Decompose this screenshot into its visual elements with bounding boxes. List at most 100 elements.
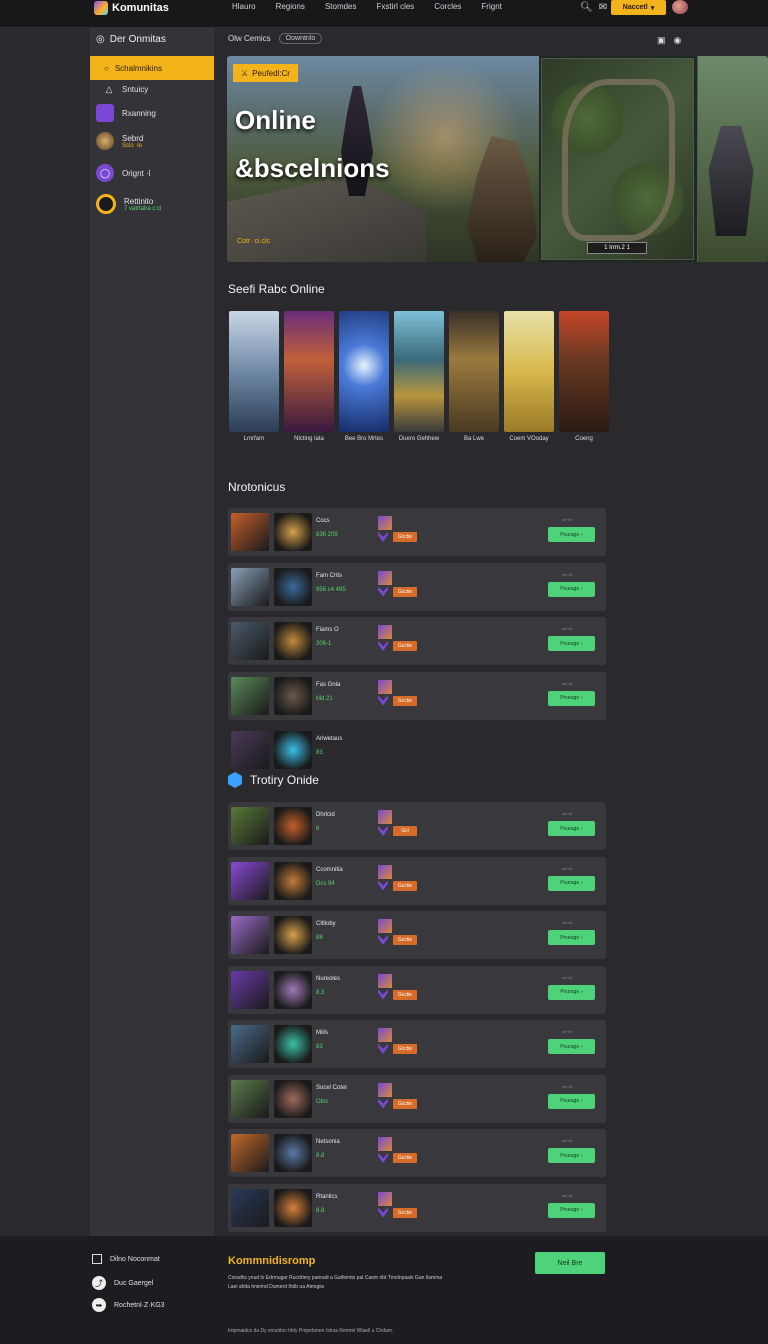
hero-banner[interactable]: ⚔ Peufedl:Cr Online &bscelnions Cotr· ci…	[227, 56, 768, 262]
hexagon-icon	[228, 772, 242, 788]
purchase-button[interactable]: Pnurage ›	[548, 1202, 595, 1218]
character-art	[284, 311, 334, 432]
character-card[interactable]: Ba Lwe	[449, 311, 499, 442]
purchase-button[interactable]: Pnurage ›	[548, 875, 595, 891]
purchase-label: Pnurage	[560, 640, 580, 647]
list-item[interactable]: Rtanlics 8.8 Gcctie cel·tcl Pnurage ›	[228, 1183, 606, 1232]
list-item[interactable]: Milis 83 Gcctie cel·tcl Pnurage ›	[228, 1020, 606, 1068]
purchase-button[interactable]: Pnurage ›	[548, 1148, 595, 1163]
list-item[interactable]: Cltlioby 88 Gcctie cel·tcl Pnurage ›	[228, 911, 606, 959]
chevron-right-icon: ›	[581, 825, 583, 832]
purchase-label: Pnurage	[560, 989, 580, 995]
purchase-button[interactable]: Pnurage ›	[548, 581, 595, 597]
chevron-right-icon: ›	[581, 1098, 583, 1104]
main-header-icons: ▣ ◉	[657, 35, 681, 46]
item-meta: cel·tcl	[562, 1029, 573, 1034]
list-item[interactable]: Fas Gnla Md 21 Gcctie cel·tcl Pnurage ›	[228, 671, 606, 720]
character-card[interactable]: Coem VOoday	[504, 311, 554, 442]
header-cta-label: Naccetl	[622, 4, 648, 11]
purchase-label: Pnurage	[560, 880, 580, 886]
sidebar-item-security[interactable]: △ Sntuicy	[96, 84, 149, 94]
list-item[interactable]: Dhrlcid 8 Gcl cel·tcl Pnurage ›	[228, 802, 606, 850]
map-button[interactable]: 1 Irrm.2 1	[587, 242, 647, 254]
purchase-button[interactable]: Pnurage ›	[548, 930, 595, 945]
purchase-label: Pnurage	[560, 825, 580, 832]
nav-item-circles[interactable]: Corcles	[434, 2, 461, 11]
item-name: Cltlioby	[316, 921, 336, 927]
notification-icon[interactable]: ✉︎	[599, 2, 607, 13]
purchase-button[interactable]: Pnurage ›	[548, 821, 595, 836]
list-item[interactable]: Cocs 836 209 Gcctie cel·tcl Pnurage ›	[228, 508, 606, 556]
character-card[interactable]: Bee Bro Mrtes	[339, 311, 389, 442]
sidebar-item-origin[interactable]: ◯ Orignt ·l	[96, 164, 150, 182]
purchase-button[interactable]: Pnurage ›	[548, 690, 595, 706]
character-card[interactable]: Nlcting lata	[284, 311, 334, 442]
class-icon	[378, 570, 392, 585]
item-stat: 836 209	[316, 532, 338, 538]
footer-link[interactable]: ➥ Rochetnl·Z·KG3	[92, 1298, 165, 1312]
avatar[interactable]	[672, 0, 688, 14]
character-card[interactable]: Duero Gehhew	[394, 311, 444, 442]
app-logo[interactable]: Komunitas	[94, 0, 169, 16]
footer-button[interactable]: Neil Bre	[535, 1252, 605, 1274]
minimap[interactable]	[541, 58, 694, 260]
character-card[interactable]: Coeng	[559, 311, 609, 442]
rank-icon	[378, 641, 388, 651]
chevron-right-icon: ›	[581, 531, 583, 538]
status-badge: Gcctie	[393, 586, 417, 597]
hero-tag[interactable]: ⚔ Peufedl:Cr	[233, 64, 298, 82]
nav-item-home[interactable]: Hlauro	[232, 2, 256, 11]
sidebar-item-rettinito[interactable]: Rettinito 7 vatrtaba c:ci	[96, 194, 161, 214]
purchase-button[interactable]: Pnurage ›	[548, 1039, 595, 1054]
hero-title-line1: Online	[235, 105, 316, 135]
status-badge: Gcl	[393, 826, 417, 836]
nav-item-festivals[interactable]: Fxstirl cles	[377, 2, 415, 11]
item-thumbnail	[231, 1079, 269, 1118]
sidebar-title-text: Der Onmitas	[109, 34, 166, 45]
search-icon[interactable]: 🔍︎	[580, 2, 593, 13]
section-title: Nrotonicus	[228, 480, 286, 494]
header-pill[interactable]: Oowntnlo	[278, 33, 323, 44]
footer-link[interactable]: Dilno Noconmat	[92, 1254, 160, 1264]
purchase-label: Pnurage	[560, 586, 580, 592]
item-thumbnail	[231, 1188, 269, 1227]
sidebar: ◎ Der Onmitas ○ Schalmnikins △ Sntuicy R…	[90, 28, 214, 1236]
item-stat: 8.8	[316, 1153, 325, 1159]
item-stat: Dcs 94	[316, 880, 335, 887]
list-item[interactable]: Ariwetaus 83	[228, 726, 606, 774]
status-badge: Gcctie	[393, 1153, 417, 1163]
purchase-button[interactable]: Pnurage ›	[548, 527, 595, 542]
footer-link-label: Dilno Noconmat	[110, 1255, 160, 1263]
item-thumbnail	[231, 1134, 269, 1172]
nav-item-fright[interactable]: Frignt	[481, 2, 501, 11]
sidebar-item-active[interactable]: ○ Schalmnikins	[90, 56, 214, 80]
list-item[interactable]: Fam Crits 856 c4 495 Gcctie cel·tcl Pnurage ›	[228, 562, 606, 611]
list-item[interactable]: Ccomnitia Dcs 94 Gcctie cel·tcl Pnurage ›	[228, 856, 606, 905]
purchase-button[interactable]: Pnurage ›	[548, 984, 595, 1000]
settings-icon[interactable]: ◉	[674, 35, 682, 46]
footer-link[interactable]: ⤴ Duc Gaergel	[92, 1276, 153, 1290]
chevron-right-icon: ›	[581, 695, 583, 701]
nav-item-regions[interactable]: Regions	[276, 2, 305, 11]
document-icon	[92, 1254, 102, 1264]
share-icon: ➥	[92, 1298, 106, 1312]
purchase-button[interactable]: Pnurage ›	[548, 636, 595, 651]
list-item[interactable]: Sucel Cotel Oloc Gcctie cel·tcl Pnurage ›	[228, 1074, 606, 1123]
purchase-button[interactable]: Pnurage ›	[548, 1093, 595, 1109]
list-item[interactable]: Nureoles 8.3 Gcctie cel·tcl Pnurage ›	[228, 965, 606, 1014]
list-item[interactable]: Netsonia 8.8 Gcctie cel·tcl Pnurage ›	[228, 1129, 606, 1177]
character-card[interactable]: Lmrfarn	[229, 311, 279, 442]
item-meta: cel·tcl	[562, 1192, 573, 1198]
sidebar-title: ◎ Der Onmitas	[96, 34, 166, 45]
orbit-icon: ◯	[96, 164, 114, 182]
section-title-text: Trotiry Onide	[250, 773, 319, 787]
character-art	[339, 311, 389, 432]
nav-item-stories[interactable]: Stomdes	[325, 2, 357, 11]
sidebar-item-sebrd[interactable]: Sebrd Sclo ·lo	[96, 132, 143, 150]
list-item[interactable]: Fiams O 306-1 Gcctie cel·tcl Pnurage ›	[228, 617, 606, 665]
header-cta-button[interactable]: Naccetl ▾	[611, 0, 666, 15]
item-thumbnail	[231, 916, 269, 954]
item-thumbnail	[274, 676, 312, 715]
sidebar-item-running[interactable]: Rxanning	[96, 104, 156, 122]
window-icon[interactable]: ▣	[657, 35, 666, 46]
